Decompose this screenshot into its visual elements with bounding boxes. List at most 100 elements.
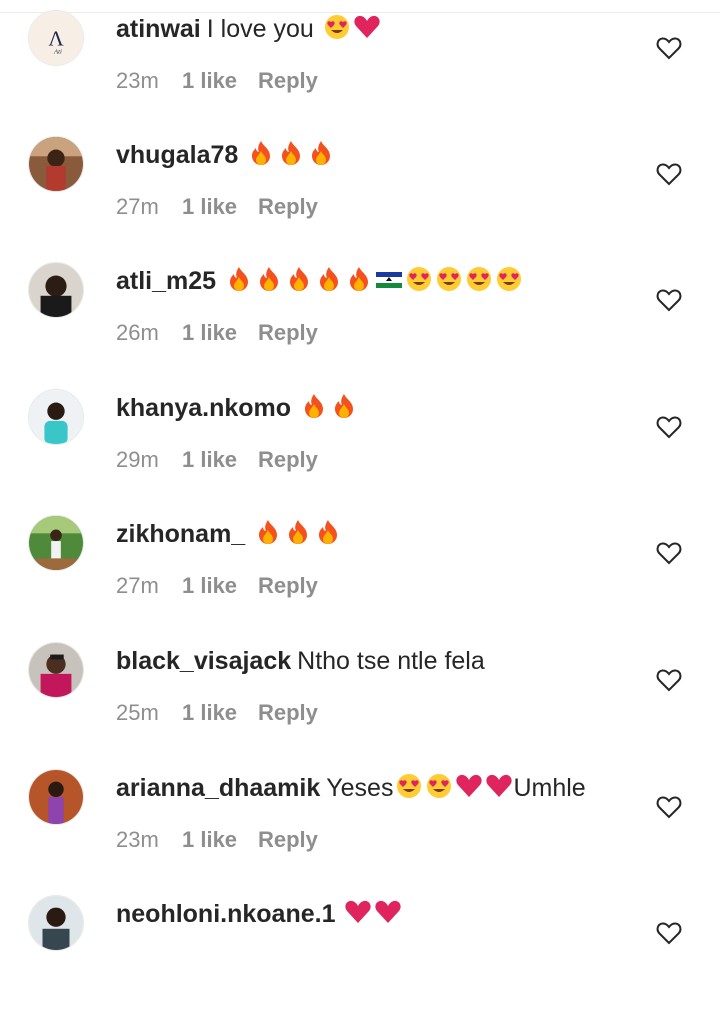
avatar[interactable] bbox=[28, 136, 84, 192]
svg-text:Λ: Λ bbox=[48, 27, 64, 51]
avatar[interactable] bbox=[28, 642, 84, 698]
like-heart-icon[interactable] bbox=[656, 415, 682, 439]
comment-item: neohloni.nkoane.1 bbox=[0, 895, 720, 1023]
svg-text:Ati: Ati bbox=[53, 48, 62, 55]
comment-text-line: atinwai I love you bbox=[116, 12, 381, 46]
likes-count[interactable]: 1 like bbox=[182, 571, 258, 601]
timestamp: 29m bbox=[116, 447, 159, 472]
like-heart-icon[interactable] bbox=[656, 921, 682, 945]
timestamp: 27m bbox=[116, 573, 159, 598]
reply-button[interactable]: Reply bbox=[258, 573, 318, 598]
comment-text-line: black_visajack Ntho tse ntle fela bbox=[116, 644, 485, 678]
timestamp: 23m bbox=[116, 827, 159, 852]
heart-eyes-emoji bbox=[425, 772, 453, 800]
heart-eyes-emoji bbox=[465, 265, 493, 293]
likes-count[interactable]: 1 like bbox=[182, 445, 258, 475]
likes-count[interactable]: 1 like bbox=[182, 66, 258, 96]
username-link[interactable]: arianna_dhaamik bbox=[116, 774, 320, 802]
comment-meta: 23m 1 like Reply bbox=[116, 66, 318, 96]
fire-emoji bbox=[300, 392, 328, 420]
comment-text-line: atli_m25 bbox=[116, 264, 523, 298]
avatar[interactable]: Λ Ati bbox=[28, 10, 84, 66]
timestamp: 23m bbox=[116, 68, 159, 93]
red-heart-emoji bbox=[455, 772, 483, 800]
avatar[interactable] bbox=[28, 769, 84, 825]
fire-emoji bbox=[307, 139, 335, 167]
reply-button[interactable]: Reply bbox=[258, 320, 318, 345]
fire-emoji bbox=[315, 265, 343, 293]
red-heart-emoji bbox=[344, 898, 372, 926]
red-heart-emoji bbox=[374, 898, 402, 926]
username-link[interactable]: atinwai bbox=[116, 15, 201, 43]
username-link[interactable]: atli_m25 bbox=[116, 267, 216, 295]
heart-eyes-emoji bbox=[435, 265, 463, 293]
timestamp: 25m bbox=[116, 700, 159, 725]
red-heart-emoji bbox=[485, 772, 513, 800]
reply-button[interactable]: Reply bbox=[258, 700, 318, 725]
red-heart-emoji bbox=[353, 13, 381, 41]
fire-emoji bbox=[225, 265, 253, 293]
fire-emoji bbox=[255, 265, 283, 293]
comment-text-after: Umhle bbox=[513, 774, 586, 802]
comment-meta: 25m 1 like Reply bbox=[116, 698, 318, 728]
comment-text-line: neohloni.nkoane.1 bbox=[116, 897, 402, 931]
comment-text-line: khanya.nkomo bbox=[116, 391, 358, 425]
likes-count[interactable]: 1 like bbox=[182, 698, 258, 728]
avatar[interactable] bbox=[28, 895, 84, 951]
avatar[interactable] bbox=[28, 262, 84, 318]
likes-count[interactable]: 1 like bbox=[182, 192, 258, 222]
comment-meta: 27m 1 like Reply bbox=[116, 571, 318, 601]
username-link[interactable]: khanya.nkomo bbox=[116, 394, 291, 422]
fire-emoji bbox=[254, 518, 282, 546]
comment-text-line: zikhonam_ bbox=[116, 517, 342, 551]
comment-text: Yeses bbox=[326, 774, 394, 802]
comment-text-line: arianna_dhaamik Yeses Umhle bbox=[116, 771, 586, 805]
reply-button[interactable]: Reply bbox=[258, 447, 318, 472]
comment-text-line: vhugala78 bbox=[116, 138, 335, 172]
comment-item: vhugala78 27m 1 like Reply bbox=[0, 136, 720, 264]
comment-item: khanya.nkomo 29m 1 like Reply bbox=[0, 389, 720, 517]
reply-button[interactable]: Reply bbox=[258, 68, 318, 93]
username-link[interactable]: black_visajack bbox=[116, 647, 291, 675]
heart-eyes-emoji bbox=[395, 772, 423, 800]
comment-text: I love you bbox=[206, 15, 314, 43]
comment-item: black_visajack Ntho tse ntle fela 25m 1 li… bbox=[0, 642, 720, 770]
like-heart-icon[interactable] bbox=[656, 795, 682, 819]
heart-eyes-emoji bbox=[495, 265, 523, 293]
avatar[interactable] bbox=[28, 515, 84, 571]
fire-emoji bbox=[277, 139, 305, 167]
comment-meta: 26m 1 like Reply bbox=[116, 318, 318, 348]
comment-item: arianna_dhaamik Yeses Umhle 23m 1 like Reply bbox=[0, 769, 720, 897]
likes-count[interactable]: 1 like bbox=[182, 318, 258, 348]
lesotho-flag-emoji bbox=[375, 265, 403, 293]
like-heart-icon[interactable] bbox=[656, 668, 682, 692]
username-link[interactable]: vhugala78 bbox=[116, 141, 238, 169]
comment-meta: 27m 1 like Reply bbox=[116, 192, 318, 222]
comment-meta: 29m 1 like Reply bbox=[116, 445, 318, 475]
heart-eyes-emoji bbox=[323, 13, 351, 41]
comment-item: zikhonam_ 27m 1 like Reply bbox=[0, 515, 720, 643]
like-heart-icon[interactable] bbox=[656, 162, 682, 186]
like-heart-icon[interactable] bbox=[656, 288, 682, 312]
likes-count[interactable]: 1 like bbox=[182, 825, 258, 855]
avatar[interactable] bbox=[28, 389, 84, 445]
comment-item: atli_m25 26m 1 like Reply bbox=[0, 262, 720, 390]
comment-meta: 23m 1 like Reply bbox=[116, 825, 318, 855]
timestamp: 26m bbox=[116, 320, 159, 345]
comment-list: Λ Ati atinwai I love you 23m 1 like Reply vh… bbox=[0, 0, 720, 951]
username-link[interactable]: neohloni.nkoane.1 bbox=[116, 900, 335, 928]
fire-emoji bbox=[345, 265, 373, 293]
comment-item: Λ Ati atinwai I love you 23m 1 like Reply bbox=[0, 10, 720, 138]
comment-text: Ntho tse ntle fela bbox=[297, 647, 485, 675]
reply-button[interactable]: Reply bbox=[258, 194, 318, 219]
fire-emoji bbox=[314, 518, 342, 546]
fire-emoji bbox=[285, 265, 313, 293]
timestamp: 27m bbox=[116, 194, 159, 219]
fire-emoji bbox=[284, 518, 312, 546]
username-link[interactable]: zikhonam_ bbox=[116, 520, 245, 548]
reply-button[interactable]: Reply bbox=[258, 827, 318, 852]
like-heart-icon[interactable] bbox=[656, 36, 682, 60]
heart-eyes-emoji bbox=[405, 265, 433, 293]
fire-emoji bbox=[330, 392, 358, 420]
like-heart-icon[interactable] bbox=[656, 541, 682, 565]
